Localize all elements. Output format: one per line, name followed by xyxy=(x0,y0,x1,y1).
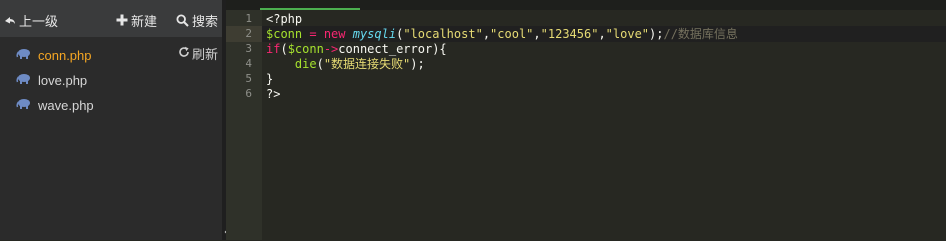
code-token: //数据库信息 xyxy=(663,27,738,41)
line-number: 1 xyxy=(245,12,252,25)
code-token: ( xyxy=(316,57,324,71)
code-line: ?> xyxy=(266,86,280,102)
line-number: 6 xyxy=(245,87,252,100)
code-line: if($conn->connect_error){ xyxy=(266,41,447,57)
plus-icon xyxy=(116,14,128,26)
line-number: 3 xyxy=(245,42,252,55)
code-token: -> xyxy=(323,42,339,56)
new-file-label: 新建 xyxy=(131,13,158,29)
code-token: , xyxy=(482,27,491,41)
code-token: "localhost" xyxy=(403,27,483,41)
up-level-label: 上一级 xyxy=(19,13,59,29)
line-number: 2 xyxy=(245,27,252,40)
code-content[interactable]: <?php $conn = new mysqli("localhost","coo… xyxy=(262,10,946,240)
file-sidebar: 上一级 新建 搜索 刷新 conn.php love.php wave.php xyxy=(0,0,222,240)
code-token: "cool" xyxy=(490,27,534,41)
code-token: if xyxy=(266,42,281,56)
elephant-php-icon xyxy=(16,98,32,113)
code-editor[interactable]: <?php $conn = new mysqli("localhost","coo… xyxy=(226,0,946,240)
arrow-up-level-icon xyxy=(4,14,16,26)
search-icon xyxy=(176,13,189,27)
refresh-icon xyxy=(178,46,190,61)
code-token: "123456" xyxy=(540,27,599,41)
file-item-wave[interactable]: wave.php xyxy=(16,95,94,115)
elephant-php-icon xyxy=(16,73,32,88)
code-token: $conn xyxy=(287,42,324,56)
file-name: conn.php xyxy=(38,47,92,63)
file-item-conn[interactable]: conn.php xyxy=(16,45,92,65)
code-line: die("数据连接失败"); xyxy=(266,56,425,72)
code-token: $conn xyxy=(266,27,303,41)
file-name: wave.php xyxy=(38,97,94,113)
code-token: = xyxy=(302,27,324,41)
code-token: , xyxy=(598,27,606,41)
refresh-button[interactable]: 刷新 xyxy=(178,44,218,63)
code-token: new xyxy=(323,27,346,41)
code-token: mysqli xyxy=(352,27,397,41)
code-token: ?> xyxy=(266,87,281,101)
code-token: ); xyxy=(410,57,425,71)
code-token: , xyxy=(533,27,541,41)
file-name: love.php xyxy=(38,72,88,88)
search-label: 搜索 xyxy=(192,13,219,29)
new-file-button[interactable]: 新建 xyxy=(116,11,157,29)
file-toolbar: 上一级 新建 搜索 xyxy=(0,0,222,38)
code-token: "love" xyxy=(605,27,650,41)
code-line: <?php xyxy=(266,11,302,27)
code-token: } xyxy=(266,72,274,86)
up-level-button[interactable]: 上一级 xyxy=(4,11,58,29)
code-token: ); xyxy=(649,27,664,41)
code-line: $conn = new mysqli("localhost","cool","1… xyxy=(266,26,738,42)
code-token: die xyxy=(294,57,317,71)
code-line: } xyxy=(266,71,273,87)
refresh-label: 刷新 xyxy=(191,47,218,62)
code-token: connect_error xyxy=(338,42,433,56)
code-token: "数据连接失败" xyxy=(323,57,411,71)
code-token: ){ xyxy=(432,42,447,56)
search-button[interactable]: 搜索 xyxy=(176,11,218,29)
file-item-love[interactable]: love.php xyxy=(16,70,87,90)
elephant-php-icon xyxy=(16,48,32,63)
code-token: <?php xyxy=(266,12,303,26)
line-number: 5 xyxy=(245,72,252,85)
code-token: ( xyxy=(280,42,288,56)
line-number: 4 xyxy=(245,57,252,70)
